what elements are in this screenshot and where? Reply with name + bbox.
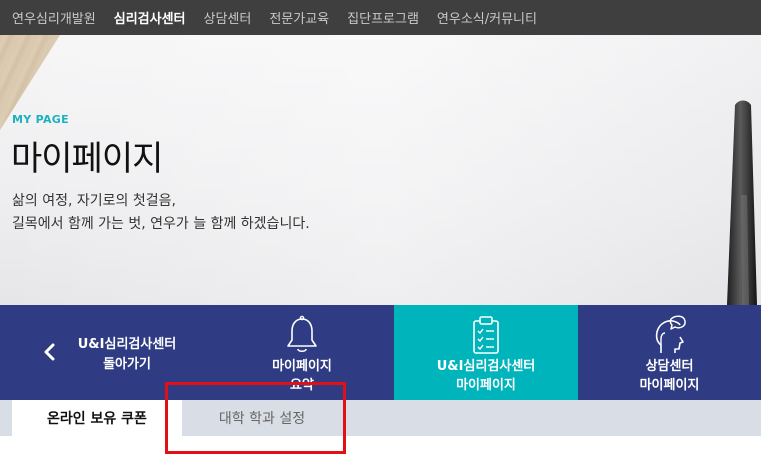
- tab-university-department-settings[interactable]: 대학 학과 설정: [182, 400, 342, 436]
- page-title: 마이페이지: [11, 139, 163, 179]
- mypage-menu-bar: U&I심리검사센터 돌아가기 마이페이지 요약 U&I심리검사센터 마이페이지: [0, 305, 761, 400]
- center-label-line-1: U&I심리검사센터: [436, 359, 536, 374]
- nav-item-news-community[interactable]: 연우소식/커뮤니티: [437, 8, 537, 27]
- tab-online-coupons[interactable]: 온라인 보유 쿠폰: [12, 400, 182, 436]
- center-mypage-button[interactable]: U&I심리검사센터 마이페이지: [394, 305, 578, 400]
- nav-item-expert-education[interactable]: 전문가교육: [269, 8, 329, 27]
- nav-item-group-program[interactable]: 집단프로그램: [347, 8, 419, 27]
- chevron-left-icon: [44, 343, 55, 361]
- hero-description: 삶의 여정, 자기로의 첫걸음, 길목에서 함께 가는 벗, 연우가 늘 함께 …: [12, 190, 310, 236]
- top-navigation: 연우심리개발원 심리검사센터 상담센터 전문가교육 집단프로그램 연우소식/커뮤…: [0, 0, 761, 35]
- center-label-line-2: 마이페이지: [456, 378, 516, 393]
- hero-eyebrow: MY PAGE: [12, 113, 69, 126]
- mypage-summary-button[interactable]: 마이페이지 요약: [210, 305, 394, 400]
- pen-image: [727, 100, 757, 305]
- hero-banner: MY PAGE 마이페이지 삶의 여정, 자기로의 첫걸음, 길목에서 함께 가…: [0, 35, 761, 305]
- back-label-line-1: U&I심리검사센터: [77, 337, 177, 352]
- mypage-tabs: 온라인 보유 쿠폰 대학 학과 설정: [0, 400, 761, 436]
- counsel-mypage-button[interactable]: 상담센터 마이페이지: [578, 305, 761, 400]
- head-speech-icon: [655, 315, 686, 353]
- hero-description-line-2: 길목에서 함께 가는 벗, 연우가 늘 함께 하겠습니다.: [12, 216, 310, 232]
- bell-icon: [287, 315, 317, 353]
- clipboard-checklist-icon: [473, 316, 499, 354]
- hero-description-line-1: 삶의 여정, 자기로의 첫걸음,: [12, 193, 176, 209]
- counsel-label-line-1: 상담센터: [645, 359, 694, 374]
- back-label-line-2: 돌아가기: [103, 357, 151, 372]
- nav-item-yeonwoo-institute[interactable]: 연우심리개발원: [12, 8, 96, 27]
- counsel-label-line-2: 마이페이지: [639, 378, 700, 393]
- nav-item-psych-test-center[interactable]: 심리검사센터: [114, 8, 186, 27]
- mypage-label-line-1: 마이페이지: [272, 359, 332, 374]
- back-to-center-button[interactable]: U&I심리검사센터 돌아가기: [0, 305, 210, 400]
- nav-item-counseling-center[interactable]: 상담센터: [204, 8, 252, 27]
- mypage-label-line-2: 요약: [290, 378, 314, 393]
